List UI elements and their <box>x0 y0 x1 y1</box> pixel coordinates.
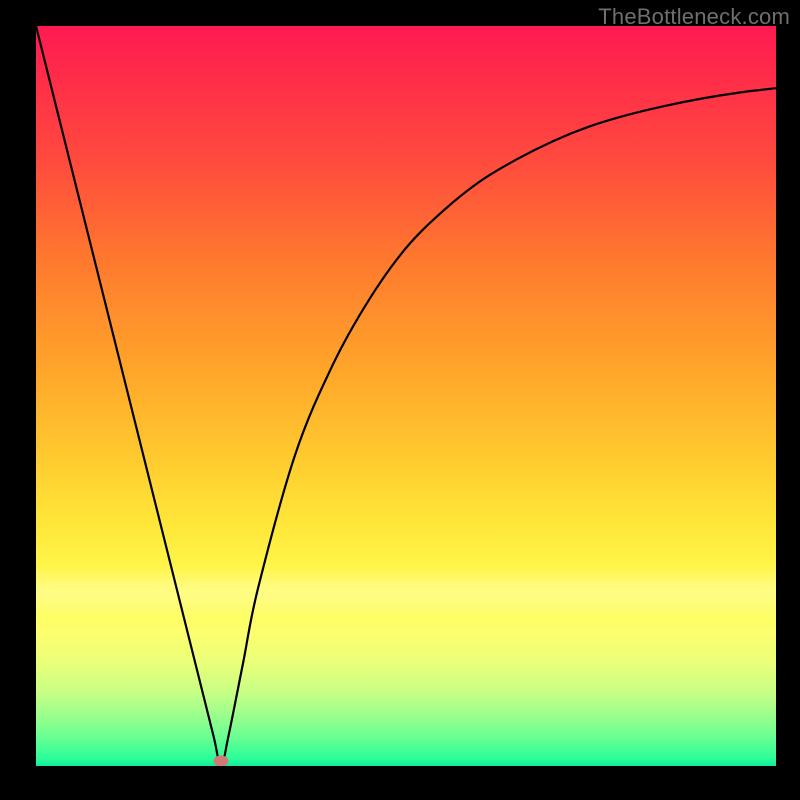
plot-area <box>36 26 776 766</box>
curve-svg <box>36 26 776 766</box>
minimum-marker <box>214 755 229 766</box>
chart-canvas: TheBottleneck.com <box>0 0 800 800</box>
bottleneck-curve <box>36 26 776 766</box>
